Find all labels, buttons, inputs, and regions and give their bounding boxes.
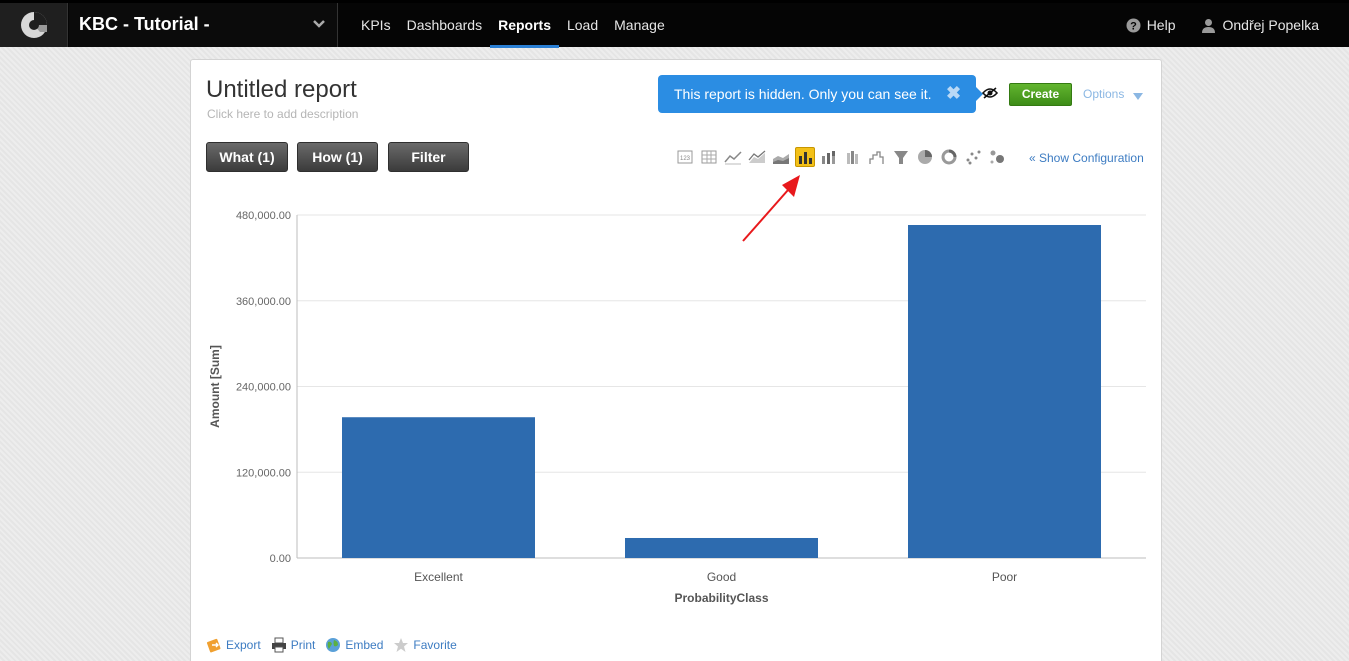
nav-load[interactable]: Load [567,3,598,47]
bar-chart-icon[interactable] [795,147,815,167]
logo-icon [20,12,47,38]
embed-label: Embed [345,638,384,652]
export-icon [206,638,221,653]
options-menu[interactable]: Options [1083,87,1124,101]
globe-icon [326,638,341,652]
print-icon [271,637,286,653]
column-chart-icon[interactable] [844,148,862,166]
report-footer-links: Export Print Embed Favorite [206,637,467,653]
what-button[interactable]: What (1) [206,142,288,172]
x-tick-label: Poor [992,570,1017,584]
svg-text:123: 123 [680,156,691,162]
favorite-label: Favorite [413,638,457,652]
y-tick-label: 480,000.00 [236,210,291,222]
hidden-eye-icon[interactable] [982,87,998,99]
print-label: Print [290,638,316,652]
embed-link[interactable]: Embed [325,637,383,653]
stacked-bar-chart-icon[interactable] [820,148,838,166]
create-button[interactable]: Create [1009,83,1072,106]
gooddata-logo[interactable] [0,3,68,47]
bar [908,225,1101,559]
hidden-report-notice: This report is hidden. Only you can see … [658,75,983,113]
x-tick-label: Excellent [414,570,463,584]
help-label: Help [1146,17,1176,33]
top-bar: KBC - Tutorial - KPIs Dashboards Reports… [0,0,1349,48]
header-right: ? Help Ondřej Popelka [1100,3,1319,47]
caret-down-icon[interactable] [1133,93,1143,100]
nav-dashboards[interactable]: Dashboards [407,3,483,47]
scatter-chart-icon[interactable] [964,148,982,166]
report-title[interactable]: Untitled report [206,76,357,104]
user-menu[interactable]: Ondřej Popelka [1201,17,1319,33]
stacked-area-chart-icon[interactable] [772,148,790,166]
donut-chart-icon[interactable] [940,148,958,166]
chevron-down-icon [313,20,325,28]
filter-button[interactable]: Filter [388,142,469,172]
y-tick-label: 360,000.00 [236,296,291,308]
user-icon [1202,18,1216,33]
how-button[interactable]: How (1) [297,142,378,172]
svg-text:?: ? [1130,20,1137,32]
funnel-chart-icon[interactable] [892,148,910,166]
table-grid-icon[interactable] [700,148,718,166]
annotation-arrow [742,175,800,242]
print-link[interactable]: Print [271,637,316,653]
nav-reports[interactable]: Reports [490,3,559,48]
export-link[interactable]: Export [206,637,261,653]
bar-chart-glyph [799,152,812,164]
project-title: KBC - Tutorial - [79,14,210,34]
favorite-link[interactable]: Favorite [393,637,457,653]
project-switcher[interactable]: KBC - Tutorial - [69,3,338,47]
show-configuration-link[interactable]: « Show Configuration [1029,151,1144,165]
report-description[interactable]: Click here to add description [207,107,358,121]
nav-manage[interactable]: Manage [614,3,665,47]
report-panel: Untitled report Click here to add descri… [190,59,1162,661]
hidden-notice-text: This report is hidden. Only you can see … [674,86,932,102]
bubble-chart-icon[interactable] [988,148,1006,166]
bar [625,537,818,558]
x-tick-label: Good [707,570,736,584]
user-name: Ondřej Popelka [1222,17,1319,33]
help-icon: ? [1126,18,1141,32]
table-number-icon[interactable]: 123 [676,148,694,166]
y-tick-label: 240,000.00 [236,382,291,394]
export-label: Export [226,638,261,652]
star-icon [394,638,409,652]
bar-chart: 0.00 120,000.00 240,000.00 360,000.00 480,00… [208,210,1146,605]
bar [342,417,535,558]
pie-chart-icon[interactable] [916,148,934,166]
y-tick-label: 120,000.00 [236,467,291,479]
waterfall-chart-icon[interactable] [868,148,886,166]
area-line-chart-icon[interactable] [748,148,766,166]
close-icon[interactable]: ✖ [946,83,961,104]
x-axis-label: ProbabilityClass [674,591,768,605]
line-chart-icon[interactable] [724,148,742,166]
main-nav: KPIs Dashboards Reports Load Manage [361,3,681,48]
y-axis-label: Amount [Sum] [208,345,222,428]
nav-kpis[interactable]: KPIs [361,3,391,47]
y-tick-label: 0.00 [270,553,291,565]
help-link[interactable]: ? Help [1126,17,1176,33]
